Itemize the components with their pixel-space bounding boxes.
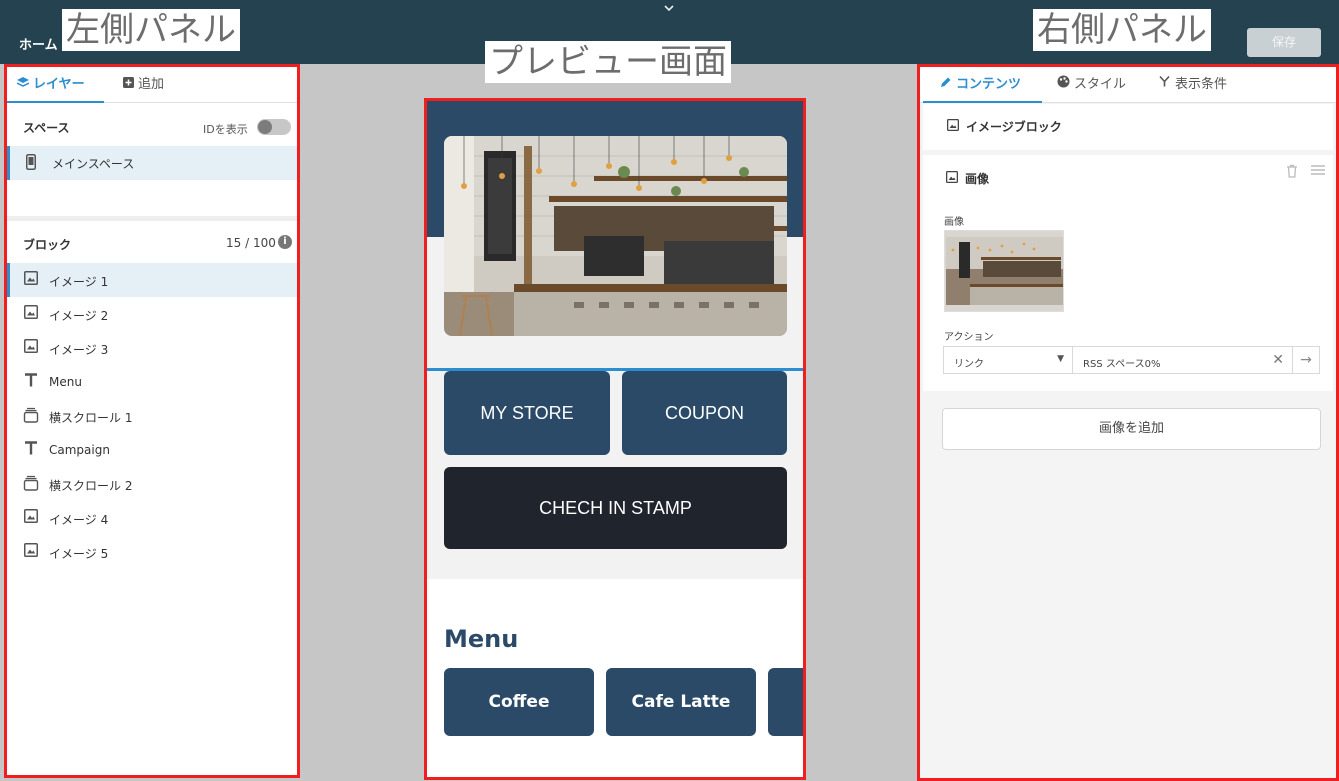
action-field-label: アクション: [944, 332, 994, 343]
trash-icon[interactable]: [1286, 164, 1298, 182]
image-icon: [22, 543, 40, 561]
pencil-icon: [940, 67, 952, 103]
home-link[interactable]: ホーム: [19, 34, 58, 53]
space-item-label: メインスペース: [52, 157, 135, 171]
block-item-label: Menu: [49, 375, 82, 389]
cafe-photo[interactable]: [444, 136, 787, 336]
menu-item-cafe-latte[interactable]: Cafe Latte: [606, 668, 756, 736]
drag-handle-icon[interactable]: [1311, 164, 1325, 180]
tab-style-label: スタイル: [1074, 77, 1127, 92]
info-icon[interactable]: i: [278, 235, 292, 249]
image-block-title: イメージブロック: [947, 118, 1062, 135]
add-image-button[interactable]: 画像を追加: [942, 408, 1321, 450]
tab-layers[interactable]: レイヤー: [7, 67, 104, 103]
image-card: 画像 画像 アクション リンク ▼ RSS スペース0% ✕ →: [923, 155, 1333, 391]
action-value-text: RSS スペース0%: [1083, 359, 1161, 370]
action-value-input[interactable]: RSS スペース0% ✕: [1073, 346, 1293, 374]
image-icon: [947, 119, 959, 134]
block-item-menu[interactable]: Menu: [7, 365, 297, 399]
image-icon: [22, 271, 40, 289]
chevron-down-icon[interactable]: [663, 4, 675, 15]
tab-content[interactable]: コンテンツ: [923, 67, 1042, 103]
text-icon: [22, 373, 40, 391]
tab-add-label: 追加: [138, 77, 165, 92]
right-panel-annotation: 右側パネル: [1033, 9, 1211, 51]
phone-icon: [26, 154, 36, 174]
block-item-image-1[interactable]: イメージ 1: [7, 263, 297, 297]
right-panel: コンテンツ スタイル 表示条件 イメージブロック 画像 画像 アクション リンク…: [917, 64, 1339, 781]
image-icon: [946, 171, 958, 186]
image-field-label: 画像: [944, 217, 964, 228]
block-item-scroll-1[interactable]: 横スクロール 1: [7, 399, 297, 433]
block-item-image-4[interactable]: イメージ 4: [7, 501, 297, 535]
block-item-scroll-2[interactable]: 横スクロール 2: [7, 467, 297, 501]
block-item-label: イメージ 2: [49, 309, 109, 323]
image-card-title-text: 画像: [965, 172, 990, 186]
preview-screen: MY STORE COUPON CHECH IN STAMP Menu Coff…: [424, 98, 806, 780]
tab-display-conditions[interactable]: 表示条件: [1158, 67, 1227, 103]
branch-icon: [1158, 67, 1171, 103]
menu-item-next[interactable]: [768, 668, 803, 736]
block-item-label: Campaign: [49, 443, 110, 457]
block-list: イメージ 1 イメージ 2 イメージ 3 Menu 横スクロール 1 Campa…: [7, 263, 297, 569]
block-item-label: 横スクロール 1: [49, 411, 133, 425]
tab-layers-label: レイヤー: [33, 77, 85, 92]
block-item-label: イメージ 3: [49, 343, 109, 357]
block-section-title: ブロック: [23, 238, 72, 252]
tab-display-conditions-label: 表示条件: [1175, 77, 1228, 92]
palette-icon: [1057, 67, 1070, 103]
tab-content-label: コンテンツ: [956, 77, 1022, 92]
add-square-icon: [123, 67, 134, 103]
tab-add[interactable]: 追加: [123, 67, 164, 103]
my-store-button[interactable]: MY STORE: [444, 371, 610, 455]
menu-heading: Menu: [444, 625, 519, 653]
block-item-campaign[interactable]: Campaign: [7, 433, 297, 467]
image-block-title-text: イメージブロック: [966, 120, 1062, 134]
block-item-label: イメージ 4: [49, 513, 109, 527]
image-icon: [22, 339, 40, 357]
action-type-select[interactable]: リンク ▼: [943, 346, 1073, 374]
space-item-main[interactable]: メインスペース: [7, 146, 297, 180]
layers-icon: [16, 67, 30, 103]
block-item-label: イメージ 1: [49, 275, 109, 289]
block-item-image-3[interactable]: イメージ 3: [7, 331, 297, 365]
save-button[interactable]: 保存: [1247, 28, 1321, 57]
space-section-title: スペース: [23, 121, 70, 135]
block-item-label: イメージ 5: [49, 547, 109, 561]
block-item-image-5[interactable]: イメージ 5: [7, 535, 297, 569]
right-tabs: コンテンツ スタイル 表示条件: [920, 67, 1336, 103]
tab-style[interactable]: スタイル: [1057, 67, 1126, 103]
block-item-label: 横スクロール 2: [49, 479, 133, 493]
menu-item-coffee[interactable]: Coffee: [444, 668, 594, 736]
show-id-toggle[interactable]: [257, 119, 291, 135]
show-id-label: IDを表示: [203, 123, 248, 136]
image-icon: [22, 305, 40, 323]
clear-icon[interactable]: ✕: [1272, 352, 1284, 368]
preview-annotation: プレビュー画面: [485, 41, 731, 83]
text-icon: [22, 441, 40, 459]
left-panel-annotation: 左側パネル: [62, 9, 240, 51]
image-icon: [22, 509, 40, 527]
action-type-value: リンク: [954, 359, 984, 370]
left-panel: レイヤー 追加 スペース IDを表示 メインスペース ブロック 15 / 100…: [4, 64, 300, 778]
coupon-button[interactable]: COUPON: [622, 371, 787, 455]
block-item-image-2[interactable]: イメージ 2: [7, 297, 297, 331]
carousel-icon: [22, 407, 40, 427]
block-count: 15 / 100: [226, 236, 276, 250]
arrow-right-icon[interactable]: →: [1293, 346, 1320, 374]
image-block-card: イメージブロック: [923, 104, 1333, 150]
image-thumbnail[interactable]: [944, 230, 1064, 312]
carousel-icon: [22, 475, 40, 495]
caret-down-icon: ▼: [1057, 354, 1064, 364]
section-divider: [7, 216, 297, 221]
image-card-title: 画像: [946, 170, 989, 187]
check-in-stamp-button[interactable]: CHECH IN STAMP: [444, 467, 787, 549]
left-tabs: レイヤー 追加: [7, 67, 297, 103]
